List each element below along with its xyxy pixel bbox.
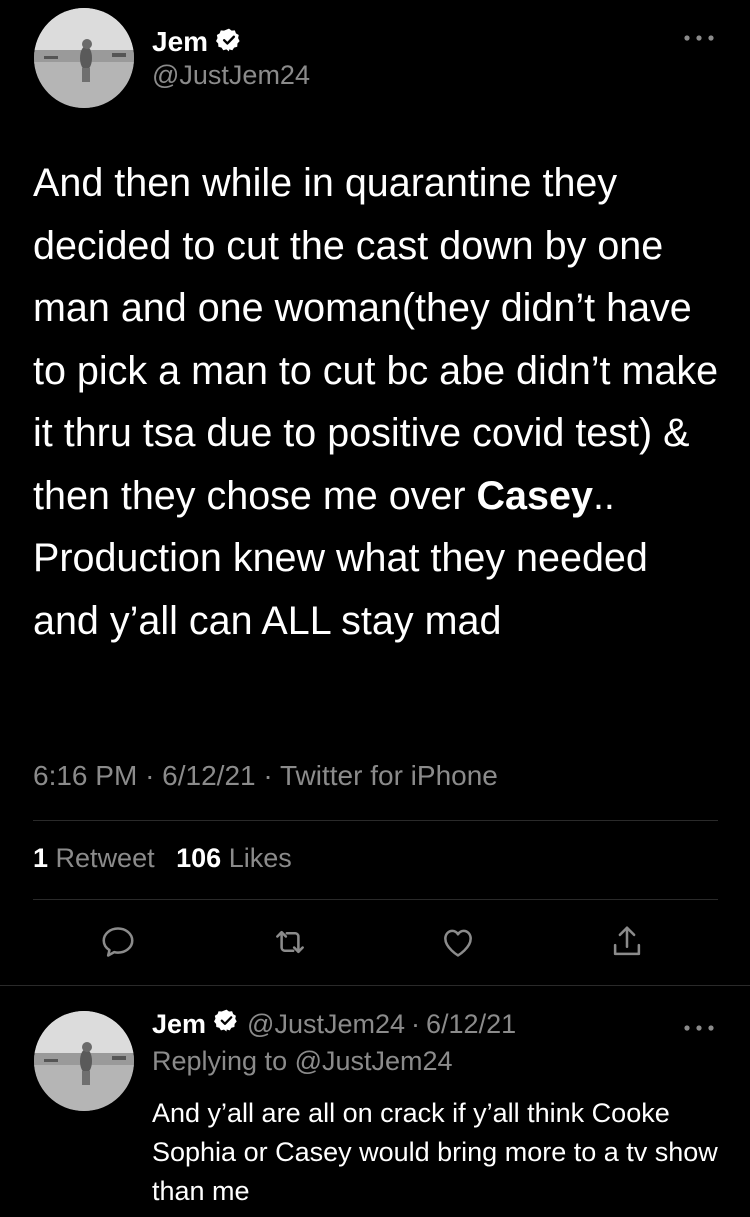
meta-separator: · [263,760,273,791]
author-name-row: Jem [152,24,242,60]
retweets-label: Retweet [55,843,155,873]
meta-separator: · [145,760,155,791]
verified-badge-icon [214,1008,239,1040]
tweet-time[interactable]: 6:16 PM [33,760,137,791]
likes-count: 106 [176,843,222,873]
author-avatar[interactable] [34,8,134,108]
tweet-text-bold: Casey [476,473,593,518]
retweet-icon[interactable] [268,920,312,964]
divider [33,899,718,900]
avatar-photo [34,8,134,108]
divider [33,820,718,821]
replying-to-prefix: Replying to [152,1046,288,1076]
reply-text: And y’all are all on crack if y’all thin… [152,1098,718,1206]
tweet-source[interactable]: Twitter for iPhone [280,760,498,791]
avatar-photo [34,1011,134,1111]
retweets-count: 1 [33,843,49,873]
more-horizontal-icon[interactable] [682,26,716,49]
tweet-stats: 1 Retweet 106 Likes [33,843,292,874]
reply-author-handle[interactable]: @JustJem24 [247,1009,405,1040]
replying-to-handle[interactable]: @JustJem24 [295,1046,453,1076]
replying-to: Replying to @JustJem24 [152,1046,453,1077]
reply-header: Jem @JustJem24 · 6/12/21 [152,1007,516,1041]
retweets-stat[interactable]: 1 Retweet [33,843,162,873]
meta-separator: · [411,1008,421,1039]
tweet-text: And then while in quarantine they decide… [33,152,723,652]
verified-badge-icon [216,27,242,58]
likes-label: Likes [228,843,292,873]
like-icon[interactable] [436,920,480,964]
reply-author-avatar[interactable] [34,1011,134,1111]
reply-more-icon[interactable] [682,1016,716,1039]
share-icon[interactable] [605,920,649,964]
tweet-meta: 6:16 PM · 6/12/21 · Twitter for iPhone [33,760,498,792]
author-handle[interactable]: @JustJem24 [152,60,310,91]
tweet-text-part: And then while in quarantine they decide… [33,161,719,518]
likes-stat[interactable]: 106 Likes [176,843,292,873]
reply-author-name[interactable]: Jem [152,1009,206,1040]
tweet-date[interactable]: 6/12/21 [162,760,255,791]
author-name[interactable]: Jem [152,26,208,58]
reply-date[interactable]: 6/12/21 [426,1009,516,1040]
reply-icon[interactable] [96,920,140,964]
divider [0,985,750,986]
